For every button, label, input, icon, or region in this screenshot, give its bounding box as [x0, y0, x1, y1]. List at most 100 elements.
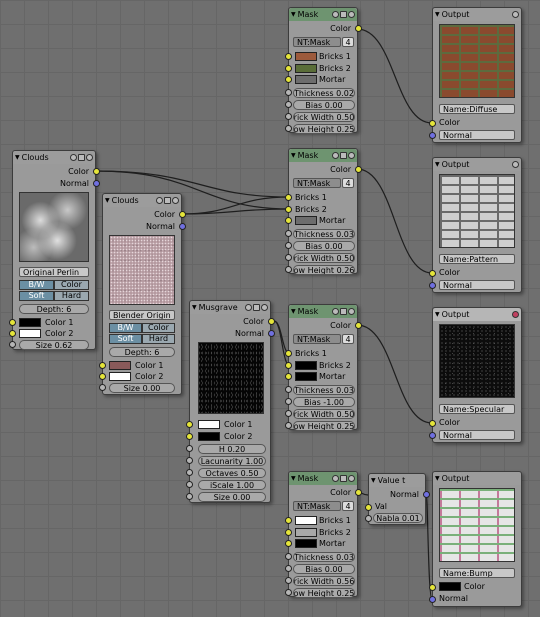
node-header[interactable]: ▼ Clouds [103, 194, 181, 207]
color2-socket[interactable] [99, 373, 106, 380]
collapse-icon[interactable]: ▼ [105, 197, 110, 204]
color1-socket[interactable] [99, 362, 106, 369]
output-name-field[interactable]: Name:Specular [439, 404, 515, 414]
depth-field[interactable]: Depth: 6 [19, 304, 89, 314]
preview-toggle-icon[interactable] [156, 197, 163, 204]
collapse-icon[interactable]: ▼ [435, 161, 440, 168]
hide-icon[interactable] [348, 11, 355, 18]
bricks1-socket[interactable] [285, 53, 292, 60]
normal-output-socket[interactable] [93, 180, 100, 187]
texture-select[interactable]: NT:Mask [293, 334, 341, 344]
bias-field[interactable]: Bias 0.00 [293, 241, 355, 251]
texture-number[interactable]: 4 [342, 501, 354, 511]
preview-toggle-icon[interactable] [332, 152, 339, 159]
color1-swatch[interactable] [198, 420, 220, 429]
mask-node-1[interactable]: ▼ Mask Color NT:Mask 4 Bricks 1 Bricks 2… [285, 7, 362, 134]
h-field[interactable]: H 0.20 [198, 444, 266, 454]
output-name-field[interactable]: Name:Pattern [439, 254, 515, 264]
node-header[interactable]: ▼ Output [433, 472, 521, 485]
bw-toggle[interactable]: B/W [19, 280, 54, 290]
normal-output-socket[interactable] [179, 223, 186, 230]
preview-toggle-icon[interactable] [512, 311, 519, 318]
bricks2-swatch[interactable] [295, 361, 317, 370]
color-output-socket[interactable] [93, 168, 100, 175]
color-toggle[interactable]: Color [54, 280, 89, 290]
bricks2-socket[interactable] [285, 206, 292, 213]
nabla-socket[interactable] [365, 515, 372, 522]
preview-toggle-icon[interactable] [332, 475, 339, 482]
color-output-socket[interactable] [268, 318, 275, 325]
color-output-socket[interactable] [355, 489, 362, 496]
size-socket[interactable] [186, 493, 193, 500]
soft-toggle[interactable]: Soft [19, 291, 54, 301]
normal-input-socket[interactable] [429, 596, 436, 603]
noise-basis-select[interactable]: Blender Origin [109, 310, 175, 320]
color2-swatch[interactable] [19, 329, 41, 338]
node-header[interactable]: ▼ Clouds [13, 151, 95, 164]
bricks1-swatch[interactable] [295, 516, 317, 525]
texture-select[interactable]: NT:Mask [293, 178, 341, 188]
mortar-socket[interactable] [285, 76, 292, 83]
color-toggle[interactable]: Color [142, 323, 175, 333]
texture-select[interactable]: NT:Mask [293, 37, 341, 47]
normal-input-field[interactable]: Normal [439, 280, 515, 290]
mortar-swatch[interactable] [295, 216, 317, 225]
node-header[interactable]: ▼ Mask [289, 305, 357, 318]
options-icon[interactable] [340, 11, 347, 18]
options-icon[interactable] [164, 197, 171, 204]
bias-socket[interactable] [285, 101, 292, 108]
brick-width-socket[interactable] [285, 577, 292, 584]
collapse-icon[interactable]: ▼ [291, 11, 296, 18]
color2-swatch[interactable] [198, 432, 220, 441]
node-header[interactable]: ▼ Musgrave [190, 301, 270, 314]
color1-socket[interactable] [9, 319, 16, 326]
octaves-socket[interactable] [186, 469, 193, 476]
output-node-bump[interactable]: ▼ Output Name:Bump Color Normal [429, 471, 522, 607]
iscale-field[interactable]: iScale 1.00 [198, 480, 266, 490]
collapse-icon[interactable]: ▼ [371, 477, 376, 484]
bricks2-swatch[interactable] [295, 64, 317, 73]
mortar-swatch[interactable] [295, 75, 317, 84]
bw-toggle[interactable]: B/W [109, 323, 142, 333]
preview-toggle-icon[interactable] [332, 11, 339, 18]
normal-input-socket[interactable] [429, 432, 436, 439]
clouds-node-2[interactable]: ▼ Clouds Color Normal Blender Origin B/W… [99, 193, 186, 395]
color1-swatch[interactable] [109, 361, 131, 370]
lacunarity-socket[interactable] [186, 457, 193, 464]
mortar-socket[interactable] [285, 540, 292, 547]
nabla-field[interactable]: Nabla 0.01 [373, 513, 423, 523]
output-name-field[interactable]: Name:Bump [439, 568, 515, 578]
thickness-field[interactable]: Thickness 0.02 [293, 88, 355, 98]
mask-node-4[interactable]: ▼ Mask Color NT:Mask 4 Bricks 1 Bricks 2… [285, 471, 362, 598]
bricks1-socket[interactable] [285, 517, 292, 524]
row-height-field[interactable]: ow Height 0.25 [293, 421, 355, 431]
thickness-socket[interactable] [285, 386, 292, 393]
normal-output-socket[interactable] [268, 330, 275, 337]
bricks2-swatch[interactable] [295, 528, 317, 537]
brick-width-socket[interactable] [285, 113, 292, 120]
bricks2-socket[interactable] [285, 362, 292, 369]
mortar-swatch[interactable] [295, 372, 317, 381]
hide-icon[interactable] [348, 152, 355, 159]
texture-number[interactable]: 4 [342, 37, 354, 47]
octaves-field[interactable]: Octaves 0.50 [198, 468, 266, 478]
hard-toggle[interactable]: Hard [142, 334, 175, 344]
texture-select[interactable]: NT:Mask [293, 501, 341, 511]
size-socket[interactable] [9, 341, 16, 348]
color2-swatch[interactable] [109, 372, 131, 381]
collapse-icon[interactable]: ▼ [435, 11, 440, 18]
preview-toggle-icon[interactable] [512, 161, 519, 168]
iscale-socket[interactable] [186, 481, 193, 488]
bias-socket[interactable] [285, 242, 292, 249]
node-header[interactable]: ▼ Mask [289, 8, 357, 21]
collapse-icon[interactable]: ▼ [15, 154, 20, 161]
brick-width-field[interactable]: rick Width 0.50 [293, 409, 355, 419]
bias-socket[interactable] [285, 565, 292, 572]
color-input-socket[interactable] [429, 420, 436, 427]
color-input-socket[interactable] [429, 120, 436, 127]
value-to-normal-node[interactable]: ▼ Value t Normal Val Nabla 0.01 [365, 473, 430, 525]
bias-field[interactable]: Bias 0.00 [293, 564, 355, 574]
noise-basis-select[interactable]: Original Perlin [19, 267, 89, 277]
color-input-socket[interactable] [429, 270, 436, 277]
normal-input-socket[interactable] [429, 282, 436, 289]
